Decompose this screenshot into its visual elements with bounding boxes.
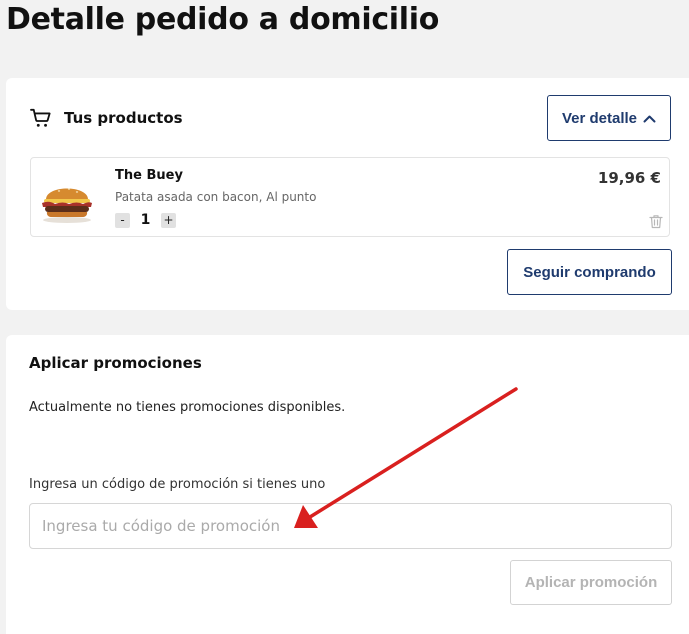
promo-code-label: Ingresa un código de promoción si tienes… [29, 477, 326, 492]
view-detail-label: Ver detalle [561, 109, 638, 127]
cart-item: The Buey Patata asada con bacon, Al punt… [30, 157, 670, 237]
chevron-up-icon [643, 115, 656, 122]
products-header: Tus productos [30, 108, 183, 128]
products-title: Tus productos [64, 109, 183, 127]
promotions-title: Aplicar promociones [29, 354, 202, 372]
continue-shopping-button[interactable]: Seguir comprando [507, 249, 672, 295]
page-title: Detalle pedido a domicilio [6, 2, 440, 37]
no-promotions-message: Actualmente no tienes promociones dispon… [29, 400, 346, 415]
shopping-cart-icon [30, 108, 51, 127]
quantity-stepper: - 1 + [115, 212, 176, 228]
products-card: Tus productos Ver detalle The Buey Patat… [6, 78, 689, 310]
quantity-value: 1 [140, 212, 151, 228]
view-detail-button[interactable]: Ver detalle [547, 95, 671, 141]
product-name: The Buey [115, 168, 183, 183]
decrement-button[interactable]: - [115, 212, 130, 228]
trash-icon[interactable] [649, 214, 663, 229]
promo-code-input[interactable] [29, 503, 672, 549]
promotions-card: Aplicar promociones Actualmente no tiene… [6, 335, 689, 634]
product-description: Patata asada con bacon, Al punto [115, 190, 317, 204]
increment-button[interactable]: + [161, 212, 176, 228]
burger-image [42, 188, 92, 223]
product-price: 19,96 € [597, 169, 661, 187]
apply-promotion-button[interactable]: Aplicar promoción [510, 560, 672, 605]
